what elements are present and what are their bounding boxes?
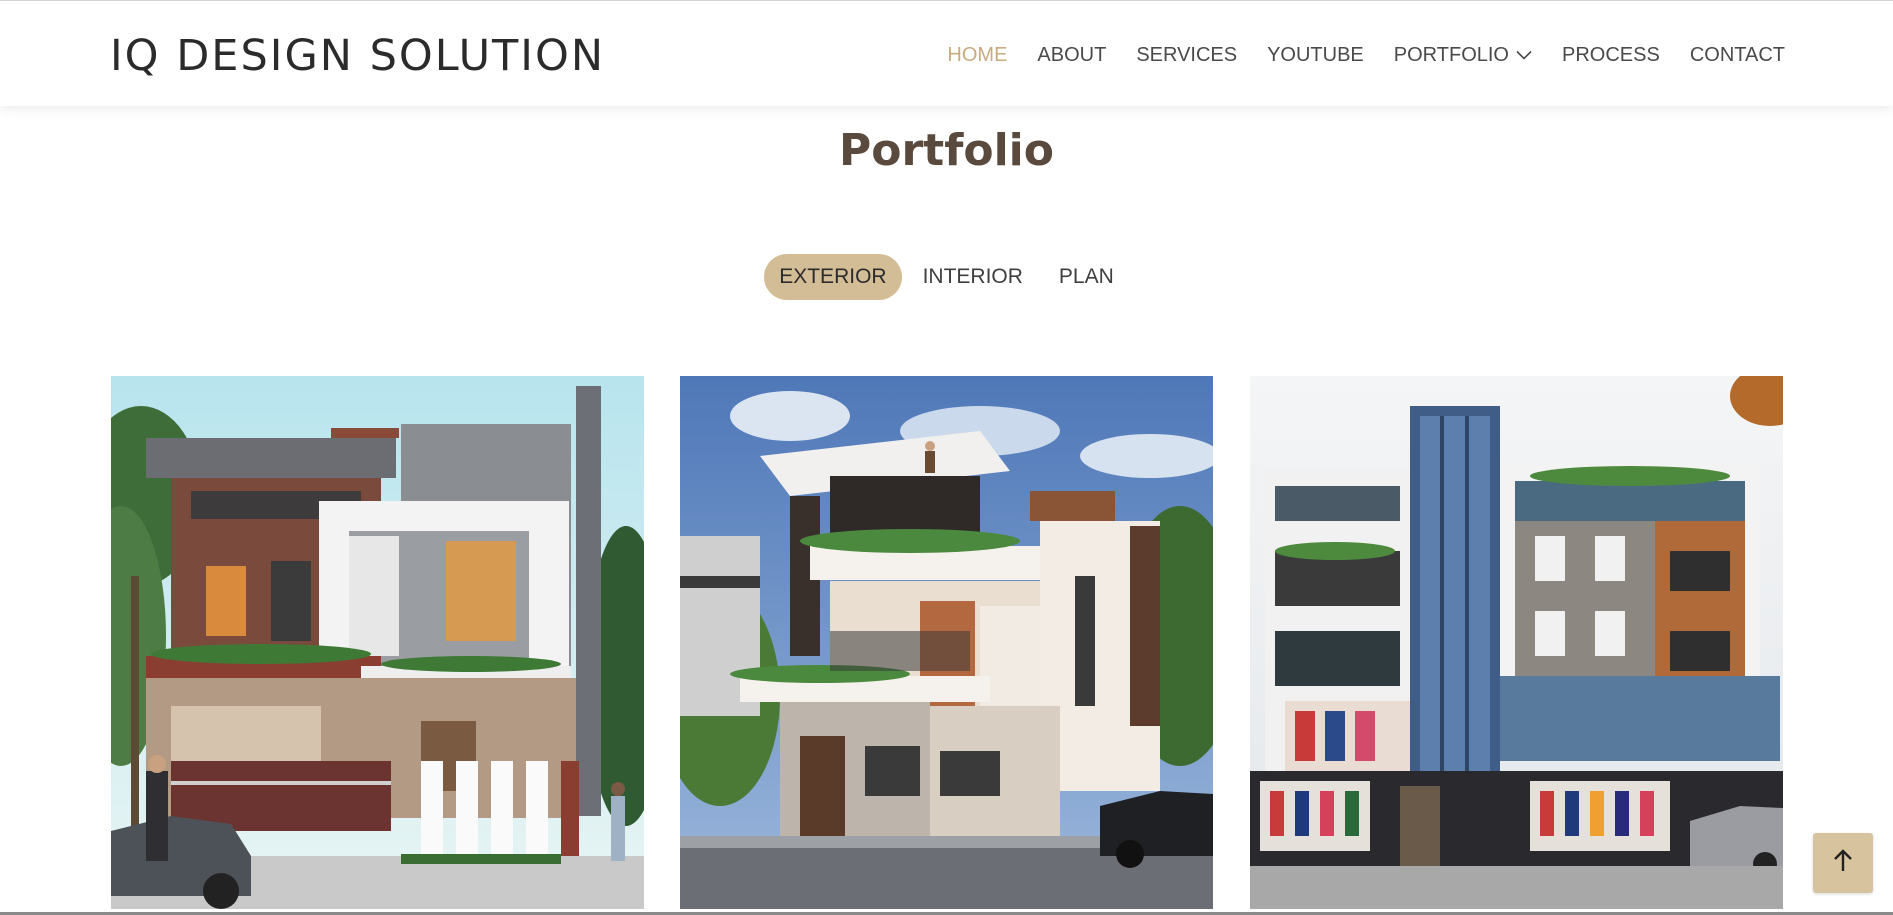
- portfolio-item-commercial[interactable]: [1250, 376, 1783, 909]
- nav-contact[interactable]: CONTACT: [1690, 44, 1785, 67]
- nav-portfolio-label: PORTFOLIO: [1393, 44, 1509, 66]
- portfolio-item-house[interactable]: [111, 376, 644, 909]
- nav-portfolio[interactable]: PORTFOLIO: [1394, 44, 1532, 67]
- filter-exterior[interactable]: EXTERIOR: [764, 254, 902, 300]
- nav-about[interactable]: ABOUT: [1037, 44, 1106, 67]
- nav-process[interactable]: PROCESS: [1562, 44, 1660, 67]
- nav-home[interactable]: HOME: [947, 44, 1007, 67]
- nav-services[interactable]: SERVICES: [1136, 44, 1237, 67]
- chevron-down-icon: [1516, 43, 1532, 66]
- nav-youtube[interactable]: YOUTUBE: [1267, 44, 1364, 67]
- arrow-up-icon: [1832, 848, 1854, 878]
- portfolio-filters: EXTERIOR INTERIOR PLAN: [0, 254, 1893, 300]
- back-to-top-button[interactable]: [1813, 833, 1873, 893]
- commercial-building-render-image: [1250, 376, 1783, 909]
- villa-render-image: [680, 376, 1213, 909]
- portfolio-item-villa[interactable]: [680, 376, 1213, 909]
- section-title: Portfolio: [839, 125, 1054, 176]
- house-render-image: [111, 376, 644, 909]
- filter-interior[interactable]: INTERIOR: [908, 254, 1038, 300]
- main-nav: HOME ABOUT SERVICES YOUTUBE PORTFOLIO PR…: [917, 44, 1785, 67]
- filter-plan[interactable]: PLAN: [1044, 254, 1129, 300]
- site-header: IQ DESIGN SOLUTION HOME ABOUT SERVICES Y…: [0, 1, 1893, 106]
- site-logo[interactable]: IQ DESIGN SOLUTION: [110, 31, 605, 81]
